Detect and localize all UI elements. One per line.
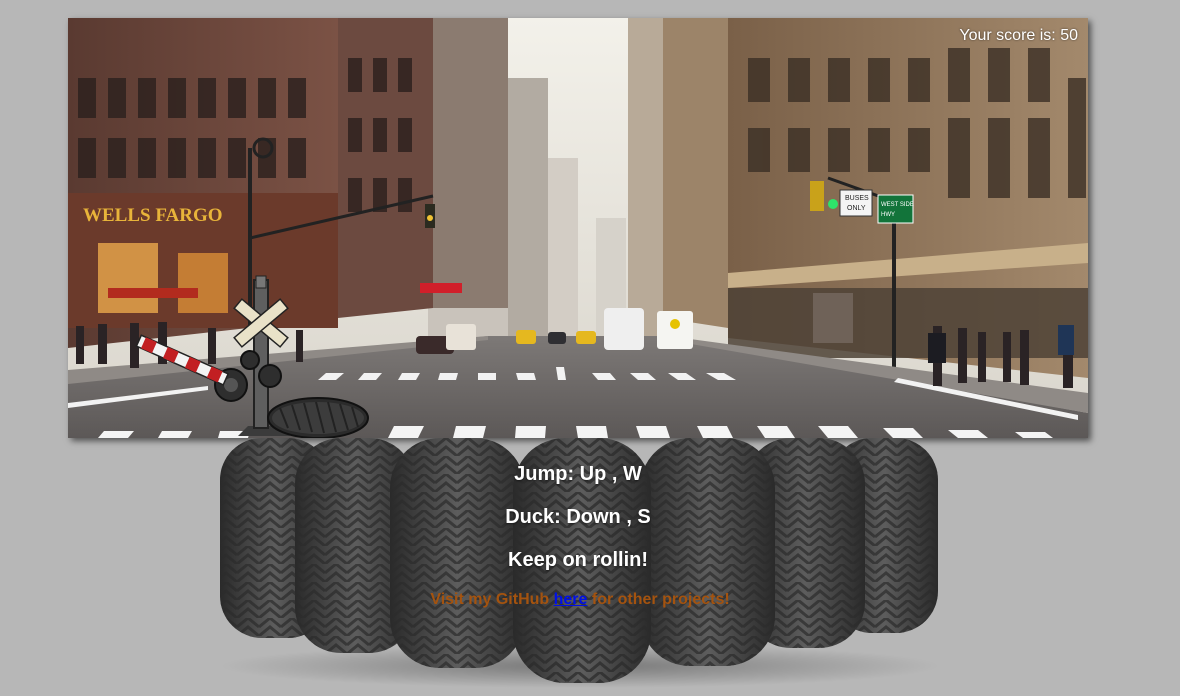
bus-sign-text-2: ONLY (847, 205, 866, 212)
github-footer: Visit my GitHub here for other projects! (330, 591, 830, 609)
game-canvas[interactable]: WELLS FARGO BUSES ONLY WEST SIDE HWY You… (68, 18, 1088, 438)
score-display: Your score is: 50 (959, 27, 1078, 45)
bank-sign: WELLS FARGO (83, 205, 223, 226)
right-buildings (663, 18, 1088, 378)
github-prefix: Visit my GitHub (430, 591, 550, 608)
bus-sign-text: BUSES (845, 195, 869, 202)
left-buildings: WELLS FARGO (68, 18, 508, 348)
duck-instruction: Duck: Down , S (505, 506, 651, 528)
score-value: 50 (1060, 27, 1078, 44)
city-street-scene: WELLS FARGO BUSES ONLY WEST SIDE HWY (68, 18, 1088, 438)
score-label: Your score is: (959, 27, 1056, 44)
github-suffix: for other projects! (591, 591, 730, 608)
player-tire (267, 397, 369, 438)
street-sign-text: WEST SIDE (881, 202, 914, 208)
tagline: Keep on rollin! (508, 549, 648, 571)
github-link[interactable]: here (554, 591, 588, 608)
jump-instruction: Jump: Up , W (514, 463, 642, 485)
street-sign-text-2: HWY (881, 212, 895, 218)
